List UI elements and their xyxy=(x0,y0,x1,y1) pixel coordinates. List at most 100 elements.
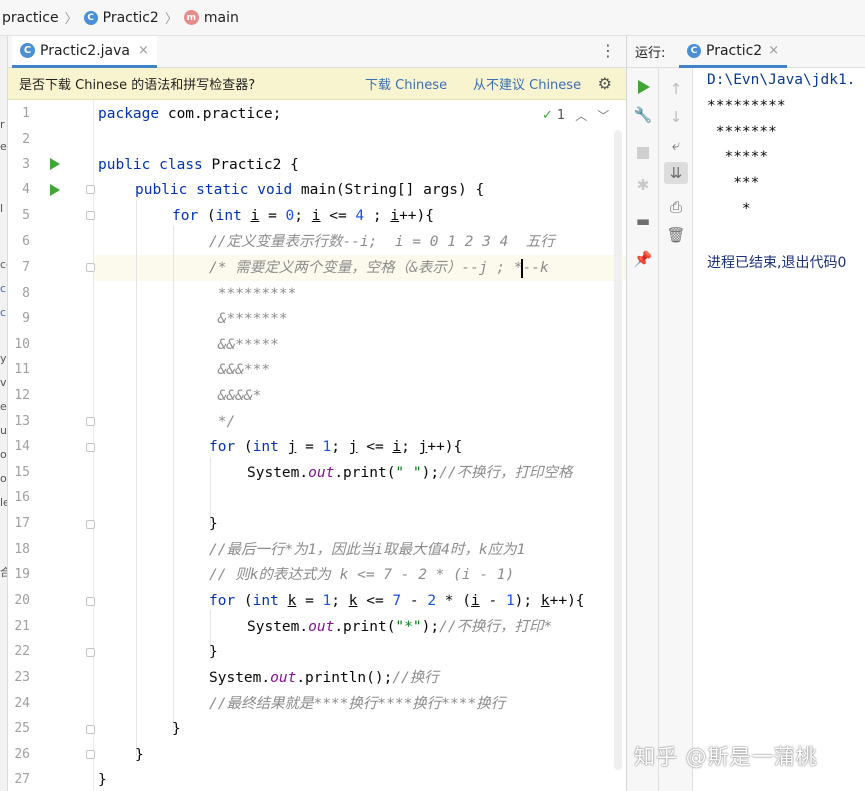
code-editor[interactable]: 1 2 3 4 5 6 7 8 9 10 11 12 13 14 15 16 17 18 19 20 21 22 23 24 2… xyxy=(8,100,626,791)
tree-fragment: e xyxy=(0,400,7,413)
tree-fragment: e xyxy=(0,140,7,153)
code-line-12: &&&&* xyxy=(209,388,262,404)
code-line-22: } xyxy=(209,644,218,660)
code-line-18: //最后一行*为1，因此当i取最大值4时，k应为1 xyxy=(209,542,526,558)
line-number: 3 xyxy=(22,157,30,172)
code-line-19: // 则k的表达式为 k <= 7 - 2 * (i - 1) xyxy=(209,567,515,583)
fold-icon[interactable] xyxy=(86,520,95,529)
line-number: 7 xyxy=(22,260,30,275)
project-tree-edge: r e l ce c c y v e ur oe oe le 合 xyxy=(0,36,8,791)
check-icon: ✓ xyxy=(542,108,553,123)
trash-icon[interactable]: 🗑 xyxy=(666,226,685,244)
line-number: 16 xyxy=(14,490,30,505)
line-number: 26 xyxy=(14,747,30,762)
line-number: 6 xyxy=(22,234,30,249)
rerun-icon[interactable] xyxy=(635,78,653,96)
code-line-20: for (int k = 1; k <= 7 - 2 * (i - 1); k+… xyxy=(209,593,585,609)
fold-icon[interactable] xyxy=(86,417,95,426)
gear-icon[interactable]: ⚙ xyxy=(598,74,612,93)
run-header: 运行: C Practic2 × xyxy=(627,36,865,68)
chevron-down-icon[interactable]: ﹀ xyxy=(597,107,609,124)
never-suggest-link[interactable]: 从不建议 Chinese xyxy=(473,74,581,93)
editor-tab-bar: C Practic2.java × ⋮ xyxy=(8,36,626,68)
fold-icon[interactable] xyxy=(86,185,95,194)
chevron-up-icon[interactable]: ︿ xyxy=(575,107,587,124)
arrow-up-icon[interactable]: ↑ xyxy=(667,80,685,98)
code-line-21: System.out.print("*");//不换行，打印* xyxy=(247,619,553,635)
line-number: 18 xyxy=(14,542,30,557)
inspection-widget[interactable]: ✓ 1 ︿ ﹀ xyxy=(542,107,609,124)
line-number: 21 xyxy=(14,619,30,634)
line-number: 9 xyxy=(22,311,30,326)
breadcrumb-class[interactable]: C Practic2 xyxy=(83,10,159,26)
tree-fragment: ce xyxy=(0,258,7,271)
tree-fragment: l xyxy=(0,202,4,215)
code-line-25: } xyxy=(172,721,181,737)
console-output-line: ********* xyxy=(707,98,786,114)
code-line-7: /* 需要定义两个变量，空格（&表示）--j ; *--k xyxy=(209,260,549,276)
soft-wrap-icon[interactable]: ⤶ xyxy=(667,136,685,154)
wrench-icon[interactable]: 🔧 xyxy=(634,106,653,124)
code-line-10: &&***** xyxy=(209,337,279,353)
line-number: 14 xyxy=(14,439,30,454)
arrow-down-icon[interactable]: ↓ xyxy=(667,108,685,126)
breadcrumb-method-label: main xyxy=(203,9,239,26)
indent-guide xyxy=(136,200,137,756)
console-output[interactable]: D:\Evn\Java\jdk1. ********* ******* ****… xyxy=(707,68,865,791)
line-number: 8 xyxy=(22,286,30,301)
code-line-13: */ xyxy=(209,414,236,430)
fold-icon[interactable] xyxy=(86,263,95,272)
run-tab-practic2[interactable]: C Practic2 × xyxy=(679,36,788,68)
line-number: 22 xyxy=(14,644,30,659)
fold-icon[interactable] xyxy=(86,211,95,220)
debug-icon[interactable]: ✱ xyxy=(634,176,652,194)
close-icon[interactable]: × xyxy=(768,43,779,58)
more-options-icon[interactable]: ⋮ xyxy=(600,43,616,59)
breadcrumb: practice 〉 C Practic2 〉 m main xyxy=(0,0,865,36)
line-number: 13 xyxy=(14,414,30,429)
code-line-5: for (int i = 0; i <= 4 ; i++){ xyxy=(172,208,434,224)
line-number: 10 xyxy=(14,337,30,352)
fold-icon[interactable] xyxy=(86,648,95,657)
scroll-to-end-icon[interactable]: ⇊ xyxy=(664,162,688,184)
breadcrumb-separator-icon: 〉 xyxy=(64,12,78,27)
code-line-24: //最终结果就是****换行****换行****换行 xyxy=(209,696,506,712)
code-line-15: System.out.print(" ");//不换行，打印空格 xyxy=(247,465,573,481)
fold-icon[interactable] xyxy=(86,443,95,452)
fold-icon[interactable] xyxy=(86,725,95,734)
line-number: 19 xyxy=(14,567,30,582)
line-number: 12 xyxy=(14,388,30,403)
tree-fragment: ur xyxy=(0,424,7,437)
print-icon[interactable]: ⎙ xyxy=(667,198,685,216)
code-line-6: //定义变量表示行数--i; i = 0 1 2 3 4 五行 xyxy=(209,234,555,250)
tree-fragment: r xyxy=(0,118,5,131)
tree-fragment: c xyxy=(0,306,7,319)
line-number: 4 xyxy=(22,182,30,197)
breadcrumb-project[interactable]: practice xyxy=(2,10,59,26)
breadcrumb-separator-icon: 〉 xyxy=(164,12,178,27)
console-output-line: *** xyxy=(707,175,760,191)
line-number: 15 xyxy=(14,465,30,480)
class-icon: C xyxy=(83,10,98,25)
notification-message: 是否下载 Chinese 的语法和拼写检查器? xyxy=(19,78,256,93)
code-line-27: } xyxy=(98,772,107,788)
run-class-icon[interactable] xyxy=(50,158,60,170)
fold-icon[interactable] xyxy=(86,750,95,759)
tab-practic2-java[interactable]: C Practic2.java × xyxy=(12,36,157,68)
breadcrumb-method[interactable]: m main xyxy=(183,9,239,26)
run-tab-label: Practic2 xyxy=(706,42,763,59)
pin-icon[interactable]: 📌 xyxy=(634,250,653,268)
code-line-8: ********* xyxy=(209,286,297,302)
code-line-17: } xyxy=(209,516,218,532)
close-icon[interactable]: × xyxy=(138,43,149,58)
console-exit-message: 进程已结束,退出代码0 xyxy=(707,255,847,271)
stop-icon[interactable] xyxy=(634,144,652,162)
run-main-icon[interactable] xyxy=(50,184,60,196)
fold-icon[interactable] xyxy=(86,597,95,606)
vertical-scrollbar[interactable] xyxy=(614,130,622,770)
line-number: 23 xyxy=(14,670,30,685)
download-chinese-link[interactable]: 下载 Chinese xyxy=(365,74,447,93)
tree-fragment: 合 xyxy=(0,564,7,580)
console-output-line: * xyxy=(707,201,751,217)
layout-icon[interactable]: ▬ xyxy=(634,212,652,230)
